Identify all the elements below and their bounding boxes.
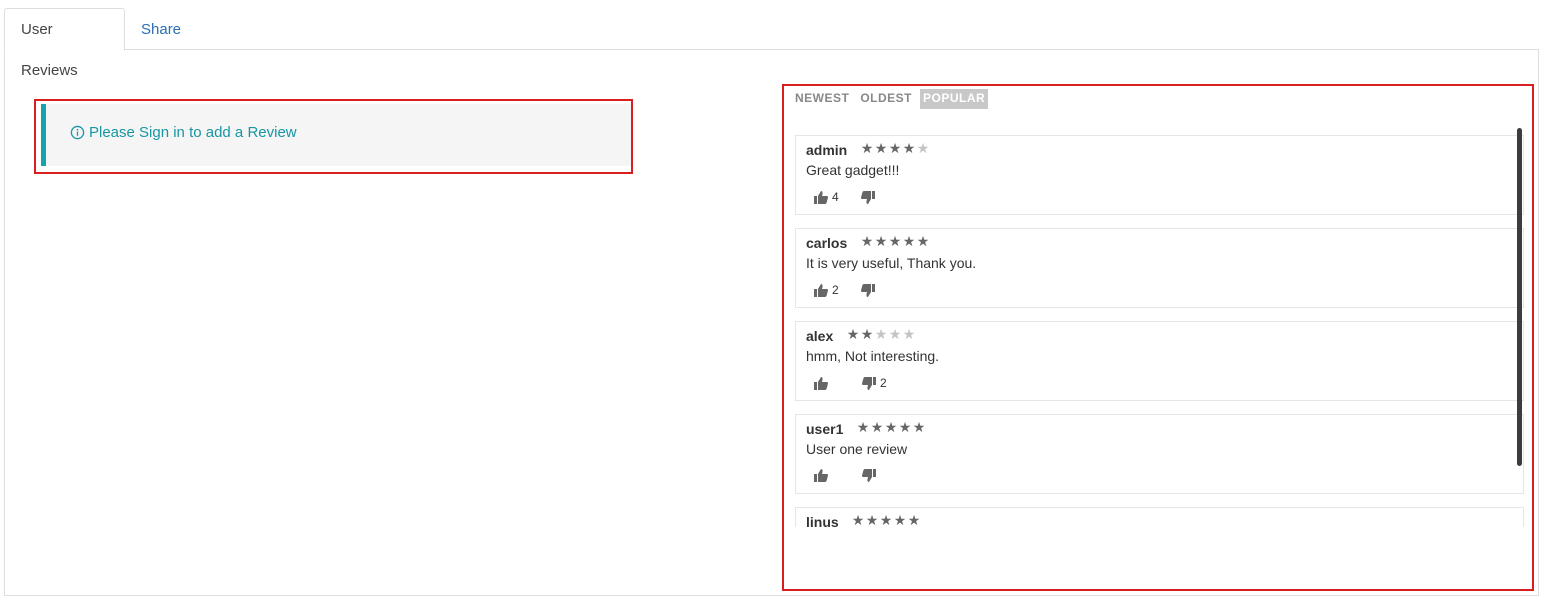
- rating-stars: ★★★★★: [851, 512, 921, 527]
- review-item: alex ★★★★★ hmm, Not interesting. 2: [795, 321, 1524, 401]
- star-empty-icon: ★: [874, 326, 888, 342]
- review-item: linus ★★★★★: [795, 507, 1524, 527]
- star-filled-icon: ★: [907, 512, 921, 527]
- star-filled-icon: ★: [846, 326, 860, 342]
- like-button[interactable]: 2: [814, 283, 839, 297]
- star-filled-icon: ★: [874, 140, 888, 156]
- sort-bar: NEWEST OLDEST POPULAR: [795, 89, 993, 109]
- review-text: It is very useful, Thank you.: [806, 255, 977, 271]
- dislike-button[interactable]: 2: [862, 376, 887, 390]
- thumbs-down-icon: [860, 283, 875, 297]
- thumbs-down-icon: [860, 190, 875, 204]
- thumbs-up-icon: [814, 190, 828, 204]
- rating-stars: ★★★★★: [860, 140, 930, 157]
- star-empty-icon: ★: [888, 326, 902, 342]
- star-filled-icon: ★: [865, 512, 879, 527]
- sort-newest[interactable]: NEWEST: [795, 89, 852, 109]
- thumbs-up-icon: [814, 469, 828, 482]
- star-filled-icon: ★: [888, 233, 902, 249]
- star-filled-icon: ★: [856, 419, 870, 435]
- review-votes: [814, 469, 880, 482]
- tab-user-reviews[interactable]: User Reviews: [4, 8, 125, 79]
- rating-stars: ★★★★★: [860, 233, 930, 250]
- star-filled-icon: ★: [870, 419, 884, 435]
- star-filled-icon: ★: [860, 233, 874, 249]
- review-username: alex: [806, 328, 834, 344]
- signin-notice: Please Sign in to add a Review: [41, 104, 631, 166]
- thumbs-down-icon: [862, 376, 876, 390]
- star-empty-icon: ★: [902, 326, 916, 342]
- signin-text: Please Sign in to add a Review: [89, 124, 297, 141]
- review-item: carlos ★★★★★ It is very useful, Thank yo…: [795, 228, 1524, 308]
- signin-link[interactable]: Please Sign in to add a Review: [70, 124, 297, 141]
- review-list[interactable]: admin ★★★★★ Great gadget!!! 4 carlos ★★★…: [795, 135, 1524, 527]
- like-button[interactable]: [814, 469, 832, 482]
- review-list-scrollbar[interactable]: [1517, 128, 1522, 466]
- star-filled-icon: ★: [916, 233, 930, 249]
- thumbs-up-icon: [814, 283, 828, 297]
- review-username: carlos: [806, 235, 848, 251]
- rating-stars: ★★★★★: [856, 419, 926, 436]
- dislike-button[interactable]: [860, 190, 879, 204]
- review-text: hmm, Not interesting.: [806, 348, 940, 364]
- star-filled-icon: ★: [898, 419, 912, 435]
- review-text: Great gadget!!!: [806, 162, 900, 178]
- thumbs-up-icon: [814, 376, 828, 390]
- star-filled-icon: ★: [884, 419, 898, 435]
- star-filled-icon: ★: [860, 326, 874, 342]
- star-filled-icon: ★: [902, 233, 916, 249]
- review-username: linus: [806, 514, 839, 527]
- review-username: user1: [806, 421, 844, 437]
- review-item: admin ★★★★★ Great gadget!!! 4: [795, 135, 1524, 215]
- review-votes: 2: [814, 376, 887, 390]
- review-item: user1 ★★★★★ User one review: [795, 414, 1524, 494]
- star-empty-icon: ★: [916, 140, 930, 156]
- tab-share[interactable]: Share: [124, 8, 198, 51]
- star-filled-icon: ★: [860, 140, 874, 156]
- review-votes: 2: [814, 283, 879, 297]
- rating-stars: ★★★★★: [846, 326, 916, 343]
- like-button[interactable]: 4: [814, 190, 839, 204]
- like-count: 2: [832, 283, 839, 297]
- dislike-button[interactable]: [862, 469, 880, 482]
- like-button[interactable]: [814, 376, 832, 390]
- like-count: 4: [832, 190, 839, 204]
- star-filled-icon: ★: [912, 419, 926, 435]
- review-votes: 4: [814, 190, 879, 204]
- star-filled-icon: ★: [879, 512, 893, 527]
- dislike-count: 2: [880, 376, 887, 390]
- review-text: User one review: [806, 441, 908, 457]
- star-filled-icon: ★: [851, 512, 865, 527]
- star-filled-icon: ★: [902, 140, 916, 156]
- sort-popular[interactable]: POPULAR: [920, 89, 989, 109]
- review-username: admin: [806, 142, 848, 158]
- tab-bar: User Reviews Share: [4, 8, 1540, 79]
- info-circle-icon: [70, 125, 85, 140]
- thumbs-down-icon: [862, 469, 876, 482]
- sort-oldest[interactable]: OLDEST: [857, 89, 915, 109]
- star-filled-icon: ★: [893, 512, 907, 527]
- star-filled-icon: ★: [874, 233, 888, 249]
- dislike-button[interactable]: [860, 283, 879, 297]
- star-filled-icon: ★: [888, 140, 902, 156]
